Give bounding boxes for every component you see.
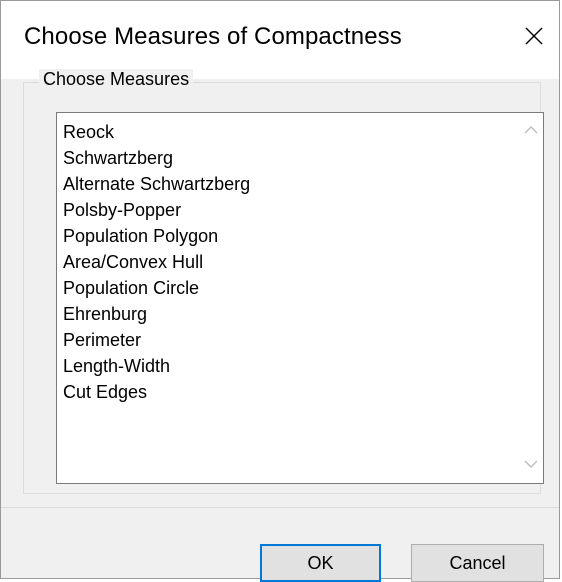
list-item-perimeter[interactable]: Perimeter: [63, 327, 250, 353]
compactness-dialog: Choose Measures of Compactness Choose Me…: [0, 0, 560, 582]
list-item-alternate-schwartzberg[interactable]: Alternate Schwartzberg: [63, 171, 250, 197]
title-bar: Choose Measures of Compactness: [1, 1, 559, 79]
ok-button-label: OK: [307, 552, 334, 573]
list-item-length-width[interactable]: Length-Width: [63, 353, 250, 379]
cancel-button-label: Cancel: [449, 552, 506, 573]
list-item-population-polygon[interactable]: Population Polygon: [63, 223, 250, 249]
list-item-area-convex-hull[interactable]: Area/Convex Hull: [63, 249, 250, 275]
list-item-polsby-popper[interactable]: Polsby-Popper: [63, 197, 250, 223]
close-icon: [524, 26, 544, 46]
scroll-down-button[interactable]: [523, 457, 539, 473]
group-label: Choose Measures: [39, 69, 194, 90]
list-item-schwartzberg[interactable]: Schwartzberg: [63, 145, 250, 171]
list-item-cut-edges[interactable]: Cut Edges: [63, 379, 250, 405]
measures-list: Reock Schwartzberg Alternate Schwartzber…: [63, 119, 250, 405]
cancel-button[interactable]: Cancel: [411, 544, 544, 582]
dialog-title: Choose Measures of Compactness: [24, 23, 402, 50]
list-item-population-circle[interactable]: Population Circle: [63, 275, 250, 301]
chevron-up-icon: [524, 122, 538, 140]
close-button[interactable]: [509, 11, 559, 61]
list-item-ehrenburg[interactable]: Ehrenburg: [63, 301, 250, 327]
list-item-reock[interactable]: Reock: [63, 119, 250, 145]
ok-button[interactable]: OK: [260, 544, 381, 582]
measures-listbox[interactable]: Reock Schwartzberg Alternate Schwartzber…: [56, 112, 544, 484]
chevron-down-icon: [524, 456, 538, 474]
button-area-divider: [1, 507, 559, 508]
scroll-up-button[interactable]: [523, 123, 539, 139]
